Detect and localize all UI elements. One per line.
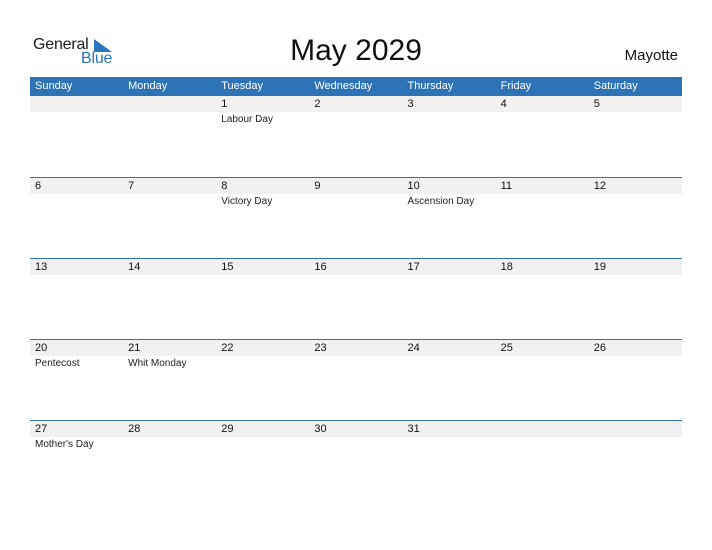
day-number: 2 [314,98,321,110]
day-number: 12 [593,180,606,192]
week-cells: 1 Labour Day 2 3 4 5 [30,96,682,177]
day-number: 6 [35,180,42,192]
day-cell: 17 [403,259,496,339]
week-cells: 13 14 15 16 17 18 19 [30,259,682,339]
weekday-monday: Monday [128,80,168,92]
day-number: 5 [593,98,600,110]
day-cell: 8 Victory Day [216,178,309,258]
day-number: 17 [407,261,420,273]
day-cell: 18 [496,259,589,339]
day-cell [496,421,589,501]
week-cells: 6 7 8 Victory Day 9 10 Ascension Day 11 12 [30,178,682,258]
country-label: Mayotte [624,47,678,64]
day-number: 16 [314,261,327,273]
holiday-label: Mother's Day [35,439,94,450]
week-row: 13 14 15 16 17 18 19 [30,258,682,339]
day-cell: 21 Whit Monday [123,340,216,420]
day-number: 24 [407,342,420,354]
day-number: 15 [221,261,234,273]
weeks-container: 1 Labour Day 2 3 4 5 6 7 8 Victory Day 9 10 Ascensio… [30,96,682,501]
holiday-label: Pentecost [35,358,80,369]
weekday-friday: Friday [500,80,532,92]
holiday-label: Victory Day [221,196,273,207]
day-number: 13 [35,261,48,273]
day-cell: 1 Labour Day [216,96,309,177]
day-cell [123,96,216,177]
day-number: 28 [128,423,141,435]
weekday-header: Sunday Monday Tuesday Wednesday Thursday… [30,77,682,96]
day-cell: 9 [309,178,402,258]
day-number: 14 [128,261,141,273]
day-cell: 12 [589,178,682,258]
day-number: 26 [593,342,606,354]
day-number: 1 [221,98,228,110]
day-cell: 24 [403,340,496,420]
day-number: 31 [407,423,420,435]
weekday-thursday: Thursday [407,80,454,92]
day-cell: 15 [216,259,309,339]
day-number: 7 [128,180,135,192]
holiday-label: Whit Monday [128,358,187,369]
holiday-label: Labour Day [221,114,273,125]
day-cell: 19 [589,259,682,339]
day-number: 27 [35,423,48,435]
day-number: 29 [221,423,234,435]
day-cell: 22 [216,340,309,420]
day-cell: 25 [496,340,589,420]
day-cell: 31 [403,421,496,501]
day-cell: 23 [309,340,402,420]
week-cells: 20 Pentecost 21 Whit Monday 22 23 24 25 26 [30,340,682,420]
day-cell: 11 [496,178,589,258]
week-row: 20 Pentecost 21 Whit Monday 22 23 24 25 26 [30,339,682,420]
week-cells: 27 Mother's Day 28 29 30 31 [30,421,682,501]
day-cell: 7 [123,178,216,258]
day-cell: 14 [123,259,216,339]
day-cell: 2 [309,96,402,177]
day-cell [30,96,123,177]
day-cell: 30 [309,421,402,501]
week-row: 27 Mother's Day 28 29 30 31 [30,420,682,501]
day-number: 25 [500,342,513,354]
day-number: 11 [500,180,513,192]
day-cell: 5 [589,96,682,177]
day-cell: 16 [309,259,402,339]
weekday-tuesday: Tuesday [221,80,264,92]
day-number: 22 [221,342,234,354]
weekday-sunday: Sunday [35,80,73,92]
weekday-wednesday: Wednesday [314,80,373,92]
holiday-label: Ascension Day [407,196,475,207]
week-row: 1 Labour Day 2 3 4 5 [30,96,682,177]
day-number: 30 [314,423,327,435]
day-number: 18 [500,261,513,273]
day-number: 10 [407,180,420,192]
day-number: 21 [128,342,141,354]
day-cell: 4 [496,96,589,177]
day-cell: 6 [30,178,123,258]
weekday-saturday: Saturday [593,80,638,92]
day-cell [589,421,682,501]
day-cell: 29 [216,421,309,501]
day-cell: 27 Mother's Day [30,421,123,501]
day-number: 9 [314,180,321,192]
day-cell: 3 [403,96,496,177]
day-cell: 20 Pentecost [30,340,123,420]
day-cell: 26 [589,340,682,420]
day-number: 4 [500,98,507,110]
day-cell: 10 Ascension Day [403,178,496,258]
day-number: 8 [221,180,228,192]
week-row: 6 7 8 Victory Day 9 10 Ascension Day 11 12 [30,177,682,258]
day-number: 20 [35,342,48,354]
day-number: 3 [407,98,414,110]
calendar-grid: Sunday Monday Tuesday Wednesday Thursday… [30,77,682,501]
day-number: 23 [314,342,327,354]
day-number: 19 [593,261,606,273]
day-cell: 28 [123,421,216,501]
day-cell: 13 [30,259,123,339]
calendar-title: May 2029 [290,34,422,67]
